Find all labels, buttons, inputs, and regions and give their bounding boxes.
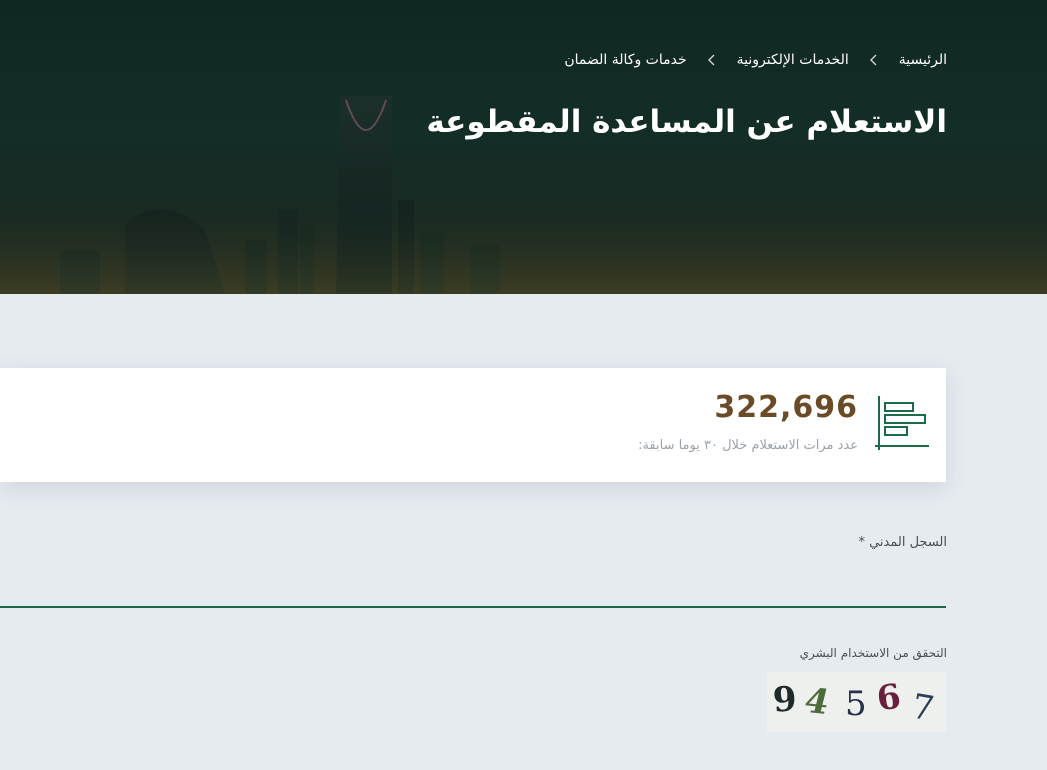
captcha-char: 5	[845, 684, 867, 724]
breadcrumb-current: خدمات وكالة الضمان	[564, 52, 687, 68]
captcha-char: 4	[800, 681, 834, 723]
captcha-image: 9 4 5 6 7	[767, 672, 946, 732]
civil-registry-label: السجل المدني *	[858, 535, 947, 550]
page-title: الاستعلام عن المساعدة المقطوعة	[426, 104, 947, 140]
captcha-char: 9	[771, 679, 799, 721]
stats-card: 322,696 عدد مرات الاستعلام خلال ٣٠ يوما …	[0, 368, 946, 482]
chevron-left-icon	[849, 52, 899, 68]
stats-value: 322,696	[714, 390, 858, 425]
captcha-char: 6	[874, 676, 904, 720]
breadcrumb-e-services[interactable]: الخدمات الإلكترونية	[737, 52, 849, 68]
captcha-char: 7	[908, 686, 937, 730]
breadcrumb: الرئيسية الخدمات الإلكترونية خدمات وكالة…	[564, 52, 947, 68]
captcha-label: التحقق من الاستخدام البشري	[799, 646, 947, 660]
hero-banner: الرئيسية الخدمات الإلكترونية خدمات وكالة…	[0, 0, 1047, 294]
skyline-image	[0, 96, 1047, 294]
breadcrumb-home[interactable]: الرئيسية	[899, 52, 947, 68]
chevron-left-icon	[687, 52, 737, 68]
civil-registry-input[interactable]	[0, 568, 946, 608]
bar-chart-icon	[875, 396, 929, 450]
stats-label: عدد مرات الاستعلام خلال ٣٠ يوما سابقة:	[638, 438, 858, 453]
